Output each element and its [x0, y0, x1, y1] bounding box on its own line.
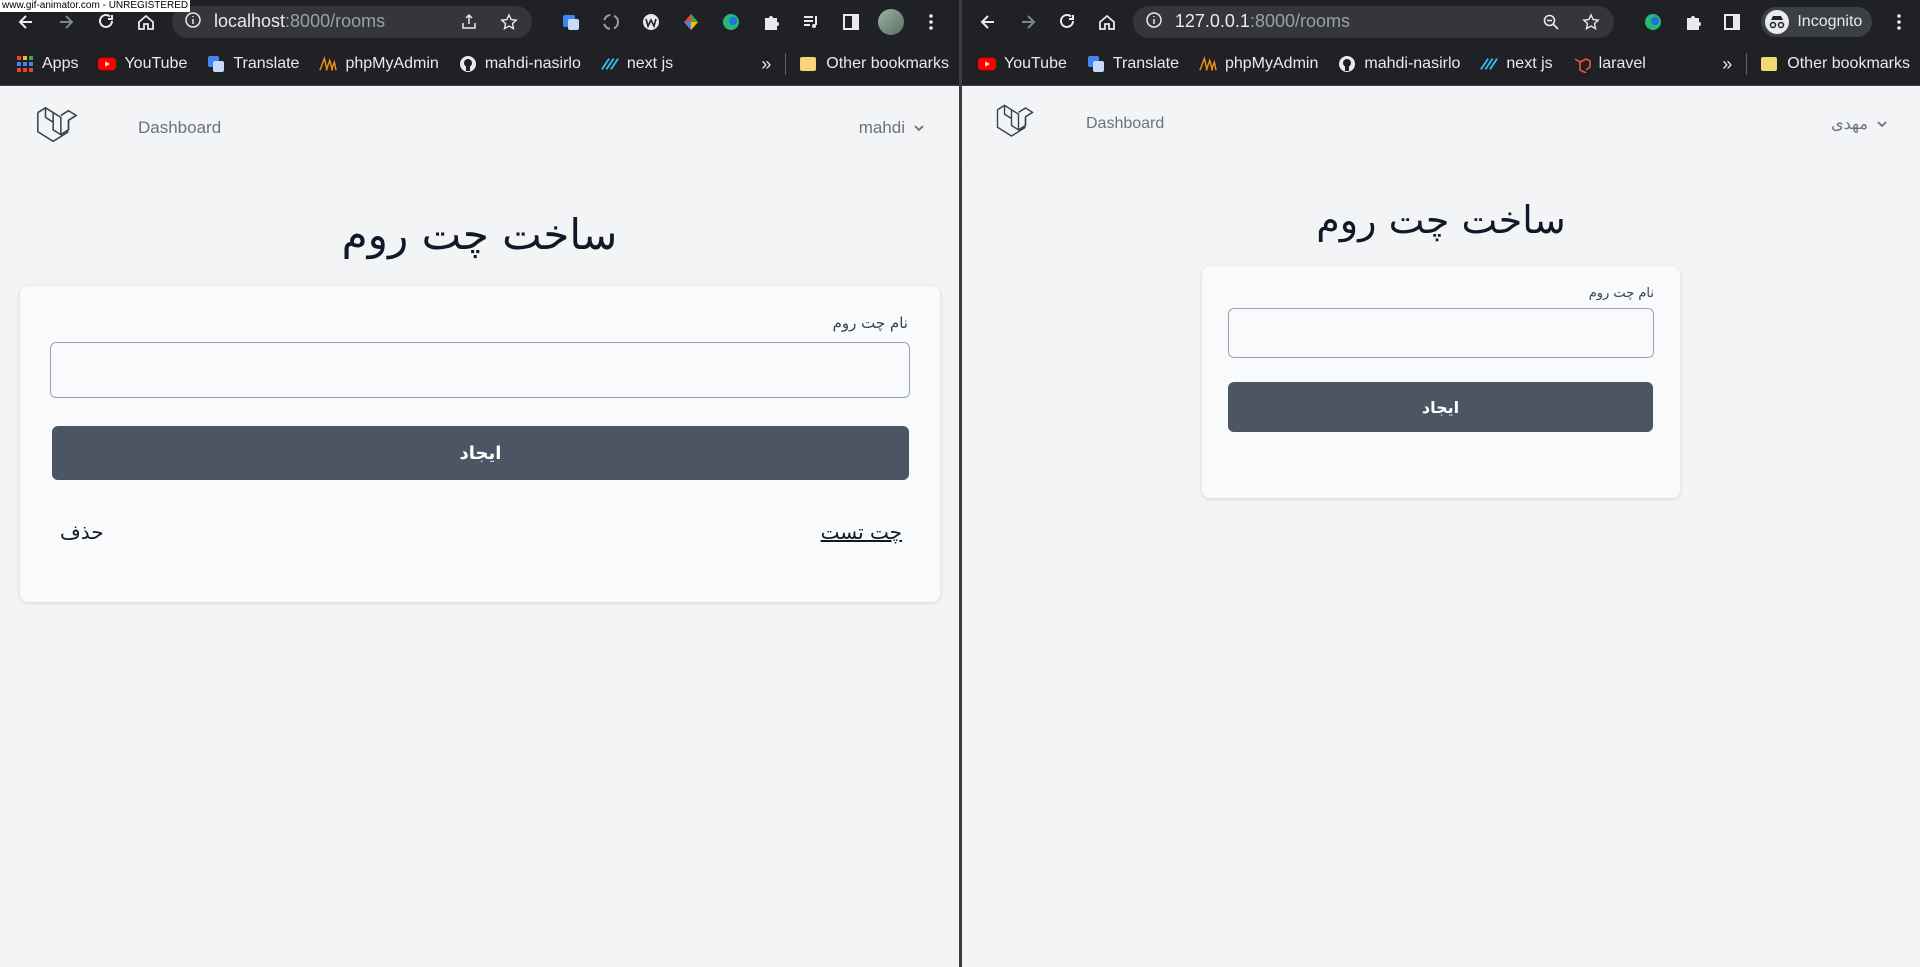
url-text: localhost:8000/rooms [214, 11, 386, 31]
chevron-down-icon [914, 124, 924, 131]
media-control-icon[interactable] [798, 9, 824, 35]
bookmark-nextjs[interactable]: next js [601, 55, 673, 73]
app-navigation: Dashboard مهدی [962, 86, 1920, 162]
bookmarks-bar: YouTube Translate phpMyAdmin mahdi-nasir… [962, 43, 1920, 86]
room-list-item: چت تست حذف [60, 520, 902, 544]
side-panel-icon[interactable] [1720, 9, 1746, 35]
bookmark-apps[interactable]: Apps [16, 55, 78, 73]
sync-extension-icon[interactable] [598, 9, 624, 35]
screen: www.gif-animator.com - UNREGISTERED loca… [0, 0, 1920, 967]
page-title: ساخت چت روم [341, 210, 618, 259]
browser-toolbar: 127.0.0.1:8000/rooms Incognito [962, 0, 1920, 43]
chevron-down-icon [1877, 120, 1887, 127]
web-page: Dashboard mahdi ساخت چت روم نام چت روم ا… [0, 86, 959, 967]
color-picker-extension-icon[interactable] [678, 9, 704, 35]
incognito-badge[interactable]: Incognito [1761, 6, 1873, 37]
bookmark-phpmyadmin[interactable]: phpMyAdmin [319, 55, 439, 73]
translate-extension-icon[interactable] [558, 9, 584, 35]
youtube-icon [98, 55, 117, 73]
browser-window-left: localhost:8000/rooms Apps YouTube Transl… [0, 0, 959, 967]
room-name-input[interactable] [1228, 308, 1654, 358]
menu-kebab-icon[interactable] [1886, 9, 1912, 35]
share-icon[interactable] [458, 11, 480, 33]
user-name: mahdi [858, 117, 905, 137]
side-panel-icon[interactable] [838, 9, 864, 35]
nextjs-icon [1480, 55, 1499, 73]
room-link[interactable]: چت تست [821, 520, 902, 544]
room-name-label: نام چت روم [832, 314, 908, 332]
laravel-logo-icon[interactable] [34, 103, 80, 153]
laravel-icon [1573, 55, 1591, 73]
url-text: 127.0.0.1:8000/rooms [1174, 11, 1351, 31]
laravel-logo-icon[interactable] [994, 101, 1036, 147]
more-bookmarks-button[interactable]: » [1722, 54, 1732, 75]
create-room-button[interactable]: ایجاد [1228, 382, 1653, 432]
home-button[interactable] [1093, 8, 1121, 36]
bookmark-github[interactable]: mahdi-nasirlo [1338, 55, 1460, 73]
room-name-input[interactable] [50, 342, 910, 398]
browser-window-right: 127.0.0.1:8000/rooms Incognito YouTube T… [962, 0, 1920, 967]
reload-button[interactable] [1053, 8, 1081, 36]
bookmark-nextjs[interactable]: next js [1480, 55, 1553, 73]
address-bar[interactable]: localhost:8000/rooms [172, 5, 532, 38]
app-navigation: Dashboard mahdi [0, 86, 959, 170]
wappalyzer-extension-icon[interactable] [638, 9, 664, 35]
github-icon [1338, 55, 1356, 73]
room-name-label: نام چت روم [1588, 286, 1654, 301]
address-bar[interactable]: 127.0.0.1:8000/rooms [1132, 5, 1615, 38]
site-info-icon[interactable] [184, 11, 202, 33]
more-bookmarks-button[interactable]: » [761, 54, 771, 75]
zoom-icon[interactable] [1540, 11, 1562, 33]
edge-extension-icon[interactable] [1640, 9, 1666, 35]
menu-kebab-icon[interactable] [918, 9, 944, 35]
youtube-icon [978, 55, 996, 73]
folder-icon [800, 57, 817, 71]
profile-avatar[interactable] [878, 8, 904, 35]
page-title: ساخت چت روم [1316, 198, 1566, 242]
bookmark-youtube[interactable]: YouTube [98, 55, 187, 73]
delete-room-button[interactable]: حذف [60, 520, 104, 544]
user-dropdown[interactable]: مهدی [1831, 114, 1888, 134]
bookmarks-bar: Apps YouTube Translate phpMyAdmin mahdi-… [0, 43, 959, 86]
other-bookmarks[interactable]: Other bookmarks [800, 55, 949, 73]
back-button[interactable] [974, 8, 1002, 36]
bookmark-laravel[interactable]: laravel [1573, 55, 1646, 73]
phpmyadmin-icon [319, 55, 338, 73]
bookmark-github[interactable]: mahdi-nasirlo [459, 55, 581, 73]
bookmark-translate[interactable]: Translate [207, 55, 299, 73]
bookmark-star-icon[interactable] [498, 11, 520, 33]
create-room-button[interactable]: ایجاد [52, 426, 909, 480]
incognito-icon [1765, 9, 1790, 34]
apps-grid-icon [16, 55, 34, 73]
bookmarks-separator [1746, 53, 1748, 75]
extensions-puzzle-icon[interactable] [758, 9, 784, 35]
user-name: مهدی [1831, 115, 1868, 133]
web-page: Dashboard مهدی ساخت چت روم نام چت روم ای… [962, 86, 1920, 967]
folder-icon [1761, 57, 1778, 71]
phpmyadmin-icon [1199, 55, 1217, 73]
bookmark-star-icon[interactable] [1580, 11, 1602, 33]
bookmark-phpmyadmin[interactable]: phpMyAdmin [1199, 55, 1318, 73]
create-room-card: نام چت روم ایجاد [1202, 266, 1680, 498]
bookmark-translate[interactable]: Translate [1087, 55, 1179, 73]
nav-dashboard-link[interactable]: Dashboard [1086, 115, 1164, 133]
edge-extension-icon[interactable] [718, 9, 744, 35]
translate-icon [207, 55, 225, 73]
translate-icon [1087, 55, 1105, 73]
create-room-card: نام چت روم ایجاد چت تست حذف [20, 286, 940, 602]
site-info-icon[interactable] [1145, 11, 1163, 33]
user-dropdown[interactable]: mahdi [859, 118, 925, 138]
nextjs-icon [601, 55, 619, 73]
extensions-puzzle-icon[interactable] [1680, 9, 1706, 35]
nav-dashboard-link[interactable]: Dashboard [138, 118, 221, 138]
github-icon [459, 55, 477, 73]
watermark: www.gif-animator.com - UNREGISTERED [0, 0, 191, 12]
bookmarks-separator [785, 53, 787, 75]
forward-button[interactable] [1014, 8, 1042, 36]
other-bookmarks[interactable]: Other bookmarks [1761, 55, 1910, 73]
bookmark-youtube[interactable]: YouTube [978, 55, 1067, 73]
